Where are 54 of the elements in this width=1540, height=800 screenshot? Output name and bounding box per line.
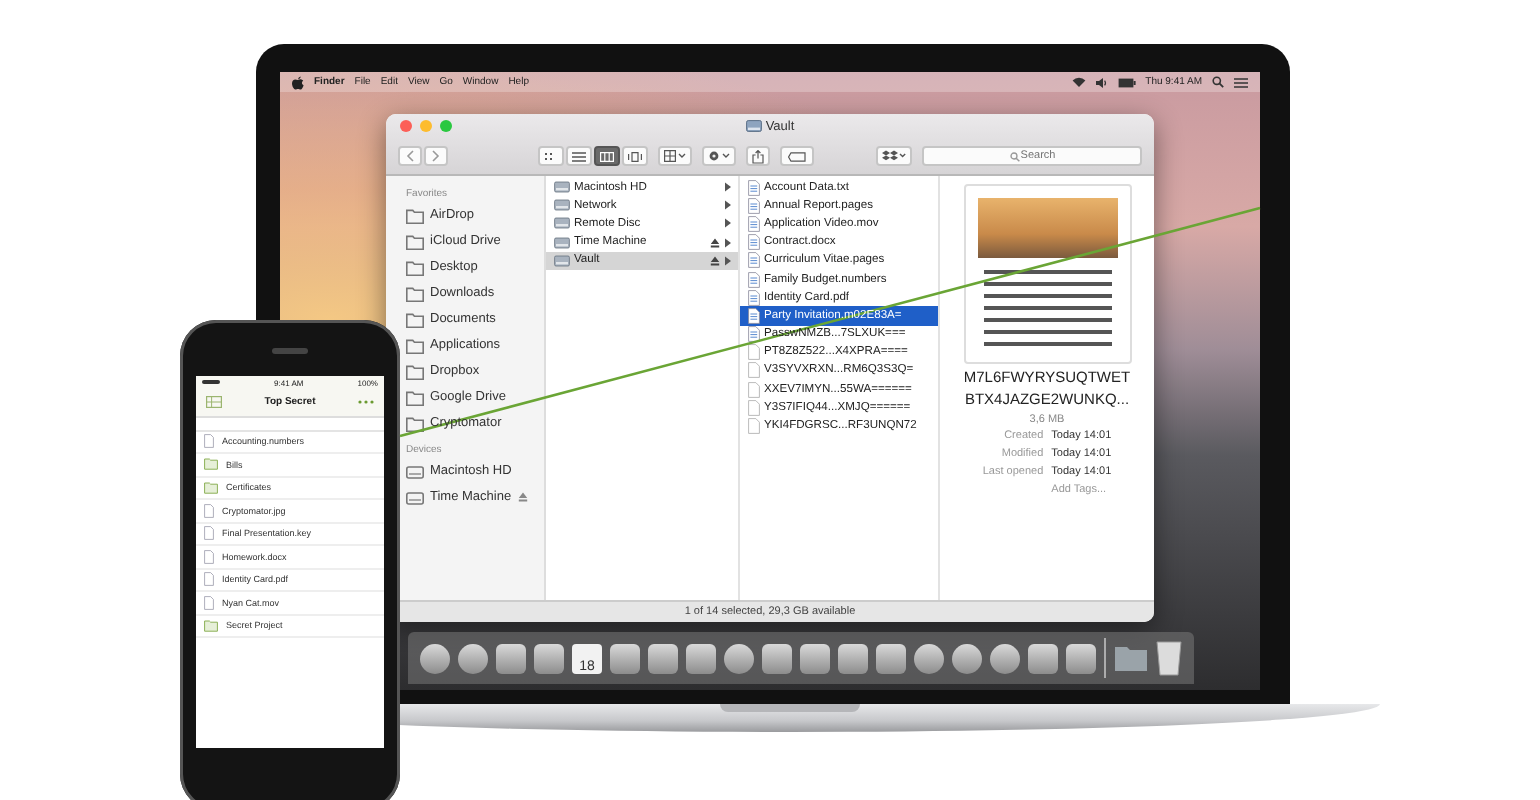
square-app-icon[interactable]: [610, 643, 640, 673]
view-mode-button[interactable]: [538, 146, 564, 166]
square-app-icon[interactable]: [534, 643, 564, 673]
eject-icon[interactable]: [710, 255, 720, 266]
back-chevron-icon: [406, 150, 414, 162]
folder-icon[interactable]: [1114, 644, 1148, 672]
share-icon: [752, 149, 764, 163]
action-button[interactable]: [702, 146, 736, 166]
eject-icon[interactable]: [710, 237, 720, 248]
arrange-button[interactable]: [658, 146, 692, 166]
grid-caret-icon: [664, 150, 686, 162]
dropbox-caret-icon: [882, 150, 906, 162]
search-icon: [1010, 151, 1020, 161]
square-app-icon[interactable]: [1066, 643, 1096, 673]
round-app-icon[interactable]: [458, 643, 488, 673]
square-app-icon[interactable]: [648, 643, 678, 673]
gear-caret-icon: [708, 150, 730, 162]
square-app-icon[interactable]: [496, 643, 526, 673]
trash-icon[interactable]: [1156, 640, 1182, 676]
round-app-icon[interactable]: [990, 643, 1020, 673]
view-mode-icon: [572, 151, 586, 161]
phone-speaker: [272, 348, 308, 353]
view-mode-button[interactable]: [594, 146, 620, 166]
search-icon[interactable]: [1212, 76, 1224, 88]
tag-button[interactable]: [780, 146, 814, 166]
square-app-icon[interactable]: [1028, 643, 1058, 673]
close-button[interactable]: [400, 120, 412, 132]
folder-icon: [204, 619, 218, 632]
dropbox-button[interactable]: [876, 146, 912, 166]
view-mode-icon: [628, 151, 642, 161]
garbled-text-drawing: [983, 270, 1111, 346]
round-app-icon[interactable]: [952, 643, 982, 673]
view-mode-button[interactable]: [566, 146, 592, 166]
square-app-icon[interactable]: [762, 643, 792, 673]
wifi-icon[interactable]: [1071, 76, 1086, 88]
round-app-icon[interactable]: [420, 643, 450, 673]
square-app-icon[interactable]: [686, 643, 716, 673]
view-mode-button[interactable]: [622, 146, 648, 166]
share-button[interactable]: [746, 146, 770, 166]
square-app-icon[interactable]: [838, 643, 868, 673]
view-mode-icon: [600, 151, 614, 161]
apple-logo-icon[interactable]: [292, 75, 304, 89]
list-icon[interactable]: [1234, 77, 1248, 87]
round-app-icon[interactable]: [914, 643, 944, 673]
document-icon: [204, 434, 214, 449]
square-app-icon[interactable]: [876, 643, 906, 673]
square-app-icon[interactable]: [800, 643, 830, 673]
photo-placeholder: [977, 198, 1117, 258]
volume-icon[interactable]: [1095, 77, 1108, 87]
round-app-icon[interactable]: [724, 643, 754, 673]
battery-icon[interactable]: [1117, 77, 1136, 87]
tag-icon: [788, 151, 806, 161]
view-mode-icon: [544, 151, 558, 161]
forward-chevron-icon: [432, 150, 440, 162]
